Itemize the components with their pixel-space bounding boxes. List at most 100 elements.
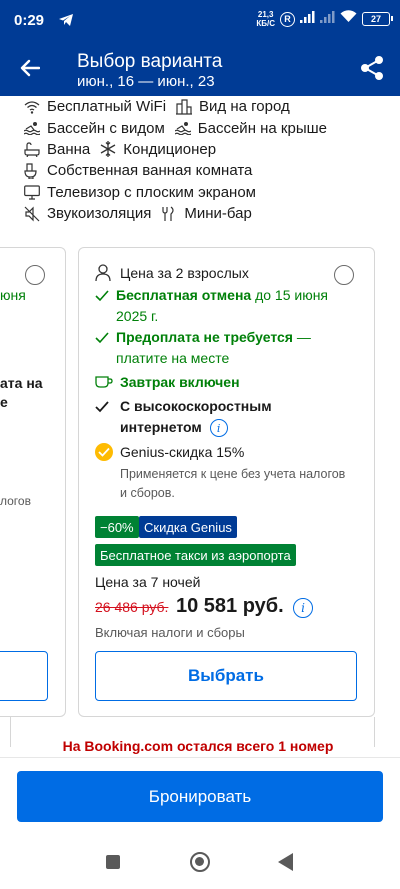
person-icon (95, 264, 111, 282)
bathroom-icon (24, 163, 40, 179)
option-radio-previous[interactable] (25, 265, 45, 285)
amenity-rooftop-pool: Бассейн на крыше (174, 119, 327, 137)
status-bar: 0:29 21,3 КБ/С R 27 (0, 0, 400, 40)
date-range: июн., 16 — июн., 23 (77, 73, 215, 90)
amenity-private-bathroom: Собственная ванная комната (24, 162, 252, 179)
option-radio[interactable] (334, 265, 354, 285)
amenity-label: Собственная ванная комната (47, 162, 253, 180)
amenity-label: Вид на город (199, 98, 290, 116)
bath-icon (24, 141, 40, 157)
amenity-label: Звукоизоляция (47, 205, 152, 223)
amenity-wifi: Бесплатный WiFi (24, 98, 166, 115)
wifi-status-icon (340, 10, 357, 28)
signal-icon (300, 10, 315, 28)
recent-apps-button[interactable] (106, 855, 120, 869)
genius-check-icon (95, 443, 113, 461)
amenity-row: Бесплатный WiFi Вид на город (24, 96, 384, 117)
previous-prepay-line: е (0, 394, 8, 410)
amenities-list: Бесплатный WiFi Вид на город Бассейн с в… (24, 96, 384, 224)
price-info-icon[interactable]: i (293, 598, 313, 618)
previous-taxes-text: логов (0, 494, 31, 508)
arrow-left-icon (20, 59, 40, 77)
snowflake-icon (100, 141, 116, 158)
breakfast-included: Завтрак включен (120, 374, 240, 390)
internet-label: интернетом (120, 419, 202, 435)
no-prepayment-dash: — (292, 329, 311, 345)
no-prepayment: Предоплата не требуется — (116, 327, 311, 348)
system-nav-bar (0, 835, 400, 889)
pay-at-property: платите на месте (116, 350, 230, 366)
home-button[interactable] (190, 852, 210, 872)
nights-price-label: Цена за 7 ночей (95, 574, 201, 590)
previous-select-button[interactable] (0, 651, 48, 701)
genius-note: и сборов. (120, 486, 175, 500)
page-title: Выбор варианта (77, 51, 223, 72)
amenity-city-view: Вид на город (176, 98, 290, 115)
share-button[interactable] (358, 54, 386, 82)
info-icon[interactable]: i (209, 419, 228, 438)
check-icon (95, 331, 109, 345)
old-price: 26 486 руб. (95, 599, 169, 615)
speed-unit: КБ/С (256, 19, 275, 28)
amenity-label: Телевизор с плоским экраном (47, 183, 256, 201)
check-icon (95, 400, 109, 414)
check-icon (95, 289, 109, 303)
amenity-label: Бесплатный WiFi (47, 98, 167, 116)
city-view-icon (176, 99, 193, 115)
amenity-tv: Телевизор с плоским экраном (24, 184, 256, 201)
amenity-minibar: Мини-бар (161, 205, 252, 223)
amenity-label: Бассейн с видом (47, 119, 165, 137)
amenity-bath: Ванна (24, 141, 90, 158)
free-cancellation: Бесплатная отмена до 15 июня (116, 285, 328, 306)
genius-discount-title: Genius-скидка 15% (120, 444, 245, 460)
book-button[interactable]: Бронировать (17, 771, 383, 822)
genius-badge: Скидка Genius (139, 516, 237, 538)
app-bar: Выбор варианта июн., 16 — июн., 23 (0, 40, 400, 96)
amenity-row: Звукоизоляция Мини-бар (24, 203, 384, 224)
taxes-note: Включая налоги и сборы (95, 625, 245, 640)
previous-cancel-text: юня (0, 287, 26, 303)
amenity-label: Кондиционер (123, 140, 217, 158)
guests-label: Цена за 2 взрослых (120, 265, 249, 281)
share-icon (361, 56, 383, 80)
amenity-row: Телевизор с плоским экраном (24, 182, 384, 203)
back-button[interactable] (14, 54, 46, 82)
genius-note: Применяется к цене без учета налогов (120, 467, 346, 481)
new-price: 10 581 руб. (176, 595, 284, 617)
status-indicators: 21,3 КБ/С R 27 (256, 10, 393, 28)
amenity-row: Собственная ванная комната (24, 160, 384, 181)
coffee-cup-icon (95, 375, 113, 389)
status-time: 0:29 (14, 12, 45, 29)
telegram-icon (58, 13, 74, 32)
battery-icon: 27 (362, 12, 393, 26)
amenity-row: Бассейн с видом Бассейн на крыше (24, 117, 384, 138)
divider (0, 757, 400, 758)
amenity-pool-view: Бассейн с видом (24, 120, 165, 137)
system-back-button[interactable] (278, 853, 293, 871)
wifi-icon (24, 99, 40, 115)
amenity-soundproof: Звукоизоляция (24, 205, 151, 222)
amenity-row: Ванна Кондиционер (24, 139, 384, 160)
free-cancellation-date: до 15 июня (251, 287, 329, 303)
roaming-icon: R (280, 11, 295, 27)
amenity-label: Мини-бар (184, 205, 252, 223)
minibar-icon (161, 206, 177, 222)
previous-prepay-line: ата на (0, 375, 43, 391)
discount-badge: −60% (95, 516, 139, 538)
soundproof-icon (24, 206, 40, 222)
option-card-previous (0, 247, 66, 717)
rooftop-pool-icon (174, 120, 191, 136)
rooms-left-notice: На Booking.com остался всего 1 номер (62, 738, 334, 754)
tv-icon (24, 184, 40, 200)
internet-line: С высокоскоростным (120, 398, 272, 414)
no-prepayment-bold: Предоплата не требуется (116, 329, 293, 345)
network-speed: 21,3 КБ/С (256, 10, 275, 28)
signal-empty-icon (320, 10, 335, 28)
amenity-label: Бассейн на крыше (197, 119, 327, 137)
internet-line: интернетом i (120, 417, 228, 438)
select-button[interactable]: Выбрать (95, 651, 357, 701)
previous-prepay-text: ата на е (0, 374, 43, 412)
airport-taxi-badge: Бесплатное такси из аэропорта (95, 544, 296, 566)
speed-value: 21,3 (257, 10, 274, 19)
amenity-ac: Кондиционер (100, 141, 216, 158)
